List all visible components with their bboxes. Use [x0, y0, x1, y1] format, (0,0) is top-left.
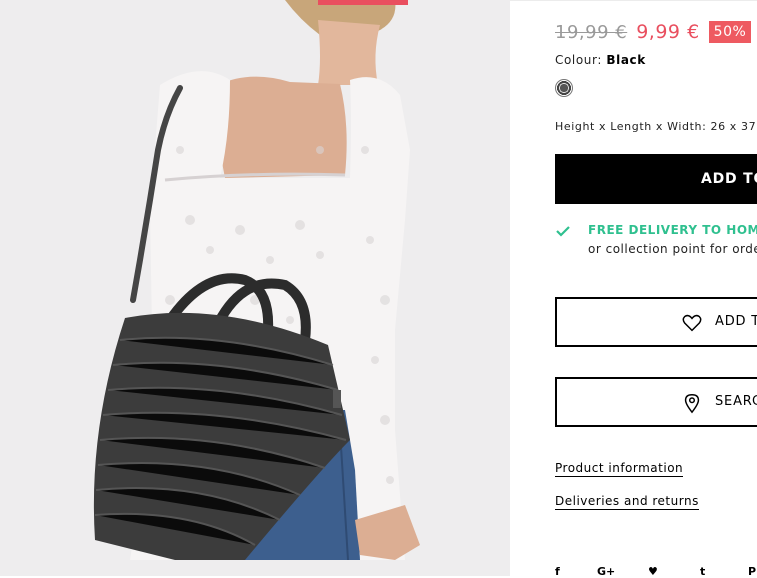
product-photo-illustration — [0, 0, 510, 576]
free-delivery-title: FREE DELIVERY TO HOME — [588, 223, 757, 237]
price-row: 19,99 € 9,99 € 50% — [555, 18, 752, 46]
dimensions-text: Height x Length x Width: 26 x 37 x 1 — [555, 120, 757, 133]
sale-price: 9,99 € — [636, 21, 700, 43]
colour-label: Colour: — [555, 53, 602, 67]
google-plus-share-icon[interactable]: G+ — [597, 566, 615, 578]
product-image[interactable] — [0, 0, 510, 576]
colour-row: Colour: Black — [555, 53, 646, 67]
store-search-label: SEARCH — [715, 394, 757, 409]
pinterest-share-icon[interactable]: P — [748, 566, 756, 578]
add-to-cart-label: ADD TO — [701, 171, 757, 187]
facebook-share-icon[interactable]: f — [555, 566, 560, 578]
product-information-link[interactable]: Product information — [555, 461, 684, 477]
tumblr-share-icon[interactable]: t — [700, 566, 705, 578]
image-top-accent — [318, 0, 408, 5]
heart-icon — [682, 314, 702, 332]
location-pin-icon — [684, 394, 700, 414]
add-to-cart-button[interactable]: ADD TO — [555, 154, 757, 204]
colour-value: Black — [606, 53, 646, 67]
store-search-button[interactable]: SEARCH — [555, 377, 757, 427]
twitter-share-icon[interactable]: ♥ — [648, 566, 658, 578]
check-icon — [556, 226, 570, 237]
discount-badge: 50% — [708, 21, 752, 43]
header-divider — [510, 0, 757, 1]
colour-swatch-black[interactable] — [555, 79, 573, 97]
add-to-wishlist-button[interactable]: ADD TO — [555, 297, 757, 347]
deliveries-returns-link[interactable]: Deliveries and returns — [555, 494, 699, 510]
old-price: 19,99 € — [555, 21, 628, 43]
free-delivery-subtitle: or collection point for order — [588, 242, 757, 256]
add-to-wishlist-label: ADD TO — [715, 314, 757, 329]
